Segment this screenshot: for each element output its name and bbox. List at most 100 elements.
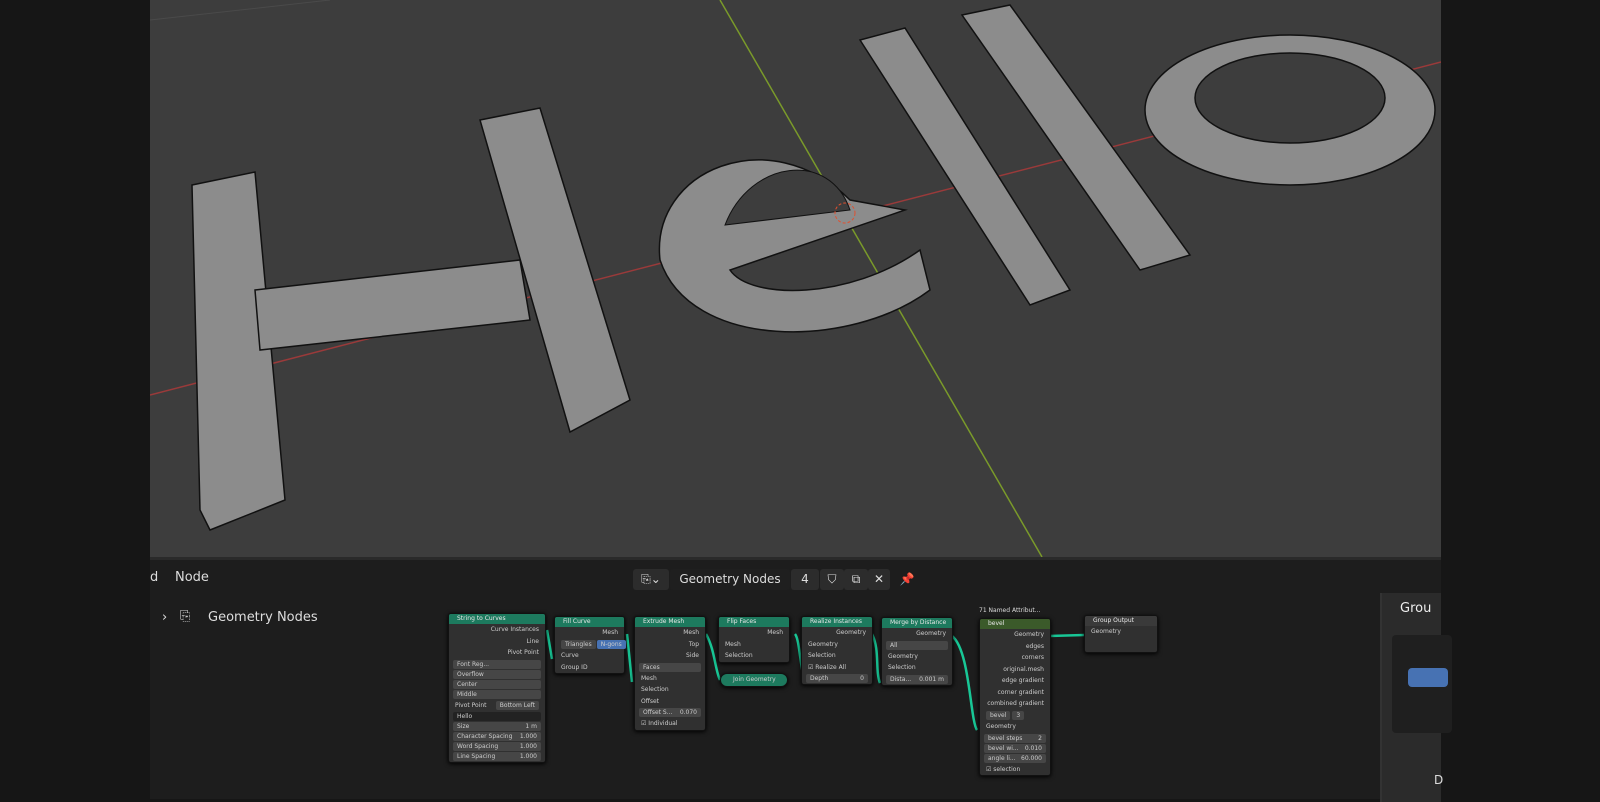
sidebar-bottom-label: D — [1434, 773, 1444, 787]
output-mesh: Mesh — [602, 629, 618, 636]
output-geometry: Geometry — [836, 629, 866, 636]
mode-value: All — [890, 641, 898, 649]
char-value: 1.000 — [519, 733, 537, 740]
interface-item-selected[interactable] — [1408, 668, 1448, 687]
output-pivot-point: Pivot Point — [507, 649, 539, 656]
string-input[interactable]: Hello — [453, 712, 541, 721]
output-mesh: Mesh — [767, 629, 783, 636]
offset-scale-value: 0.070 — [679, 709, 697, 716]
distance-value: 0.001 m — [919, 675, 944, 683]
bevel-steps-field[interactable]: bevel steps 2 — [984, 733, 1046, 743]
panel-title[interactable]: Grou — [1400, 601, 1431, 616]
tree-name[interactable]: bevel — [986, 710, 1011, 720]
mode-triangles[interactable]: Triangles — [561, 639, 596, 649]
bevel-width-field[interactable]: bevel wi... 0.010 — [984, 743, 1046, 753]
size-field[interactable]: Size 1 m — [453, 722, 541, 731]
group-tree-selector[interactable]: bevel 3 — [980, 710, 1050, 722]
font-selector[interactable]: Font Reg... — [453, 659, 541, 669]
input-selection: Selection — [808, 652, 836, 659]
overflow-dropdown[interactable]: Overflow — [453, 669, 541, 679]
offset-scale-field[interactable]: Offset S... 0.070 — [639, 708, 701, 717]
node-bevel-group[interactable]: bevel Geometry edges corners original.me… — [979, 618, 1051, 776]
steps-label: bevel steps — [988, 734, 1023, 742]
output-mesh: Mesh — [683, 629, 699, 636]
char-label: Character Spacing — [457, 733, 513, 740]
input-selection: Selection — [725, 652, 753, 659]
input-geometry: Geometry — [1091, 628, 1121, 635]
input-geometry: Geometry — [986, 723, 1016, 730]
depth-field[interactable]: Depth 0 — [806, 674, 868, 683]
distance-field[interactable]: Dista... 0.001 m — [886, 674, 948, 684]
node-title: Group Output — [1085, 616, 1157, 626]
pivot-label: Pivot Point — [455, 701, 487, 709]
mode-ngons[interactable]: N-gons — [596, 639, 626, 649]
size-label: Size — [457, 723, 470, 730]
input-selection: Selection — [888, 664, 916, 671]
line-spacing-field[interactable]: Line Spacing 1.000 — [453, 752, 541, 761]
input-group-id: Group ID — [561, 663, 588, 671]
depth-value: 0 — [860, 675, 864, 682]
tree-users: 3 — [1012, 710, 1025, 720]
node-title: String to Curves — [449, 614, 545, 624]
node-realize-instances[interactable]: Realize Instances Geometry Geometry Sele… — [801, 616, 873, 685]
output-combined-gradient: combined gradient — [987, 700, 1044, 707]
node-group-output[interactable]: Group Output Geometry — [1084, 615, 1158, 653]
pivot-dropdown[interactable]: Bottom Left — [495, 700, 539, 710]
align-x-dropdown[interactable]: Center — [453, 679, 541, 689]
node-string-to-curves[interactable]: String to Curves Curve Instances Line Pi… — [448, 613, 546, 763]
font-name: Font Reg... — [457, 660, 490, 668]
mode-dropdown[interactable]: All — [886, 640, 948, 650]
word-spacing-field[interactable]: Word Spacing 1.000 — [453, 742, 541, 751]
input-selection: Selection — [641, 686, 669, 693]
node-title: Join Geometry — [733, 676, 776, 683]
node-title: Flip Faces — [719, 617, 789, 627]
angle-limit-field[interactable]: angle li... 60.000 — [984, 753, 1046, 763]
word-value: 1.000 — [519, 743, 537, 750]
char-spacing-field[interactable]: Character Spacing 1.000 — [453, 732, 541, 741]
output-corners: corners — [1021, 654, 1044, 661]
node-title: bevel — [980, 619, 1050, 629]
output-original-mesh: original.mesh — [1003, 665, 1044, 673]
node-title: Fill Curve — [555, 617, 624, 627]
output-side: Side — [686, 652, 699, 659]
output-corner-gradient: corner gradient — [997, 688, 1044, 696]
node-fill-curve[interactable]: Fill Curve Mesh Triangles N-gons Curve Gr… — [554, 616, 626, 674]
selection-label: selection — [993, 765, 1021, 773]
steps-value: 2 — [1038, 734, 1042, 742]
mode-dropdown[interactable]: Faces — [639, 662, 701, 672]
output-top: Top — [688, 640, 699, 648]
node-extrude-mesh[interactable]: Extrude Mesh Mesh Top Side Faces Mesh Se… — [634, 616, 706, 731]
node-editor[interactable]: d Node ⎘⌄ Geometry Nodes 4 ⛉ ⧉ ✕ 📌 › ⎘ G… — [150, 557, 1452, 802]
individual-checkbox[interactable]: ☑ Individual — [635, 718, 705, 730]
node-merge-by-distance[interactable]: Merge by Distance Geometry All Geometry … — [881, 617, 953, 686]
align-y-dropdown[interactable]: Middle — [453, 689, 541, 699]
align-x-value: Center — [457, 680, 478, 688]
input-mesh: Mesh — [641, 674, 657, 682]
input-geometry: Geometry — [888, 652, 918, 660]
realize-all-label: Realize All — [815, 663, 847, 671]
align-y-value: Middle — [457, 690, 477, 698]
overflow-value: Overflow — [457, 670, 484, 678]
viewport-scene — [150, 0, 1441, 557]
angle-label: angle li... — [988, 754, 1016, 762]
mode-value: Faces — [643, 663, 660, 671]
node-title: Realize Instances — [802, 617, 872, 627]
offset-scale-label: Offset S... — [643, 709, 673, 716]
output-edges: edges — [1025, 642, 1044, 650]
node-flip-faces[interactable]: Flip Faces Mesh Mesh Selection — [718, 616, 790, 663]
output-geometry: Geometry — [916, 630, 946, 637]
node-join-geometry-collapsed[interactable]: Join Geometry — [720, 673, 788, 687]
node-title: Merge by Distance — [882, 618, 952, 628]
line-label: Line Spacing — [457, 753, 496, 760]
input-offset: Offset — [641, 697, 660, 705]
selection-checkbox[interactable]: ☑ selection — [980, 764, 1050, 776]
width-value: 0.010 — [1024, 744, 1042, 752]
word-label: Word Spacing — [457, 743, 499, 750]
realize-all-checkbox[interactable]: ☑ Realize All — [802, 662, 872, 674]
input-geometry: Geometry — [808, 640, 838, 648]
distance-label: Dista... — [890, 675, 912, 683]
3d-viewport[interactable] — [150, 0, 1441, 557]
input-curve: Curve — [561, 652, 579, 659]
output-geometry: Geometry — [1014, 631, 1044, 638]
sidebar-panel[interactable]: Grou D — [1380, 593, 1452, 802]
